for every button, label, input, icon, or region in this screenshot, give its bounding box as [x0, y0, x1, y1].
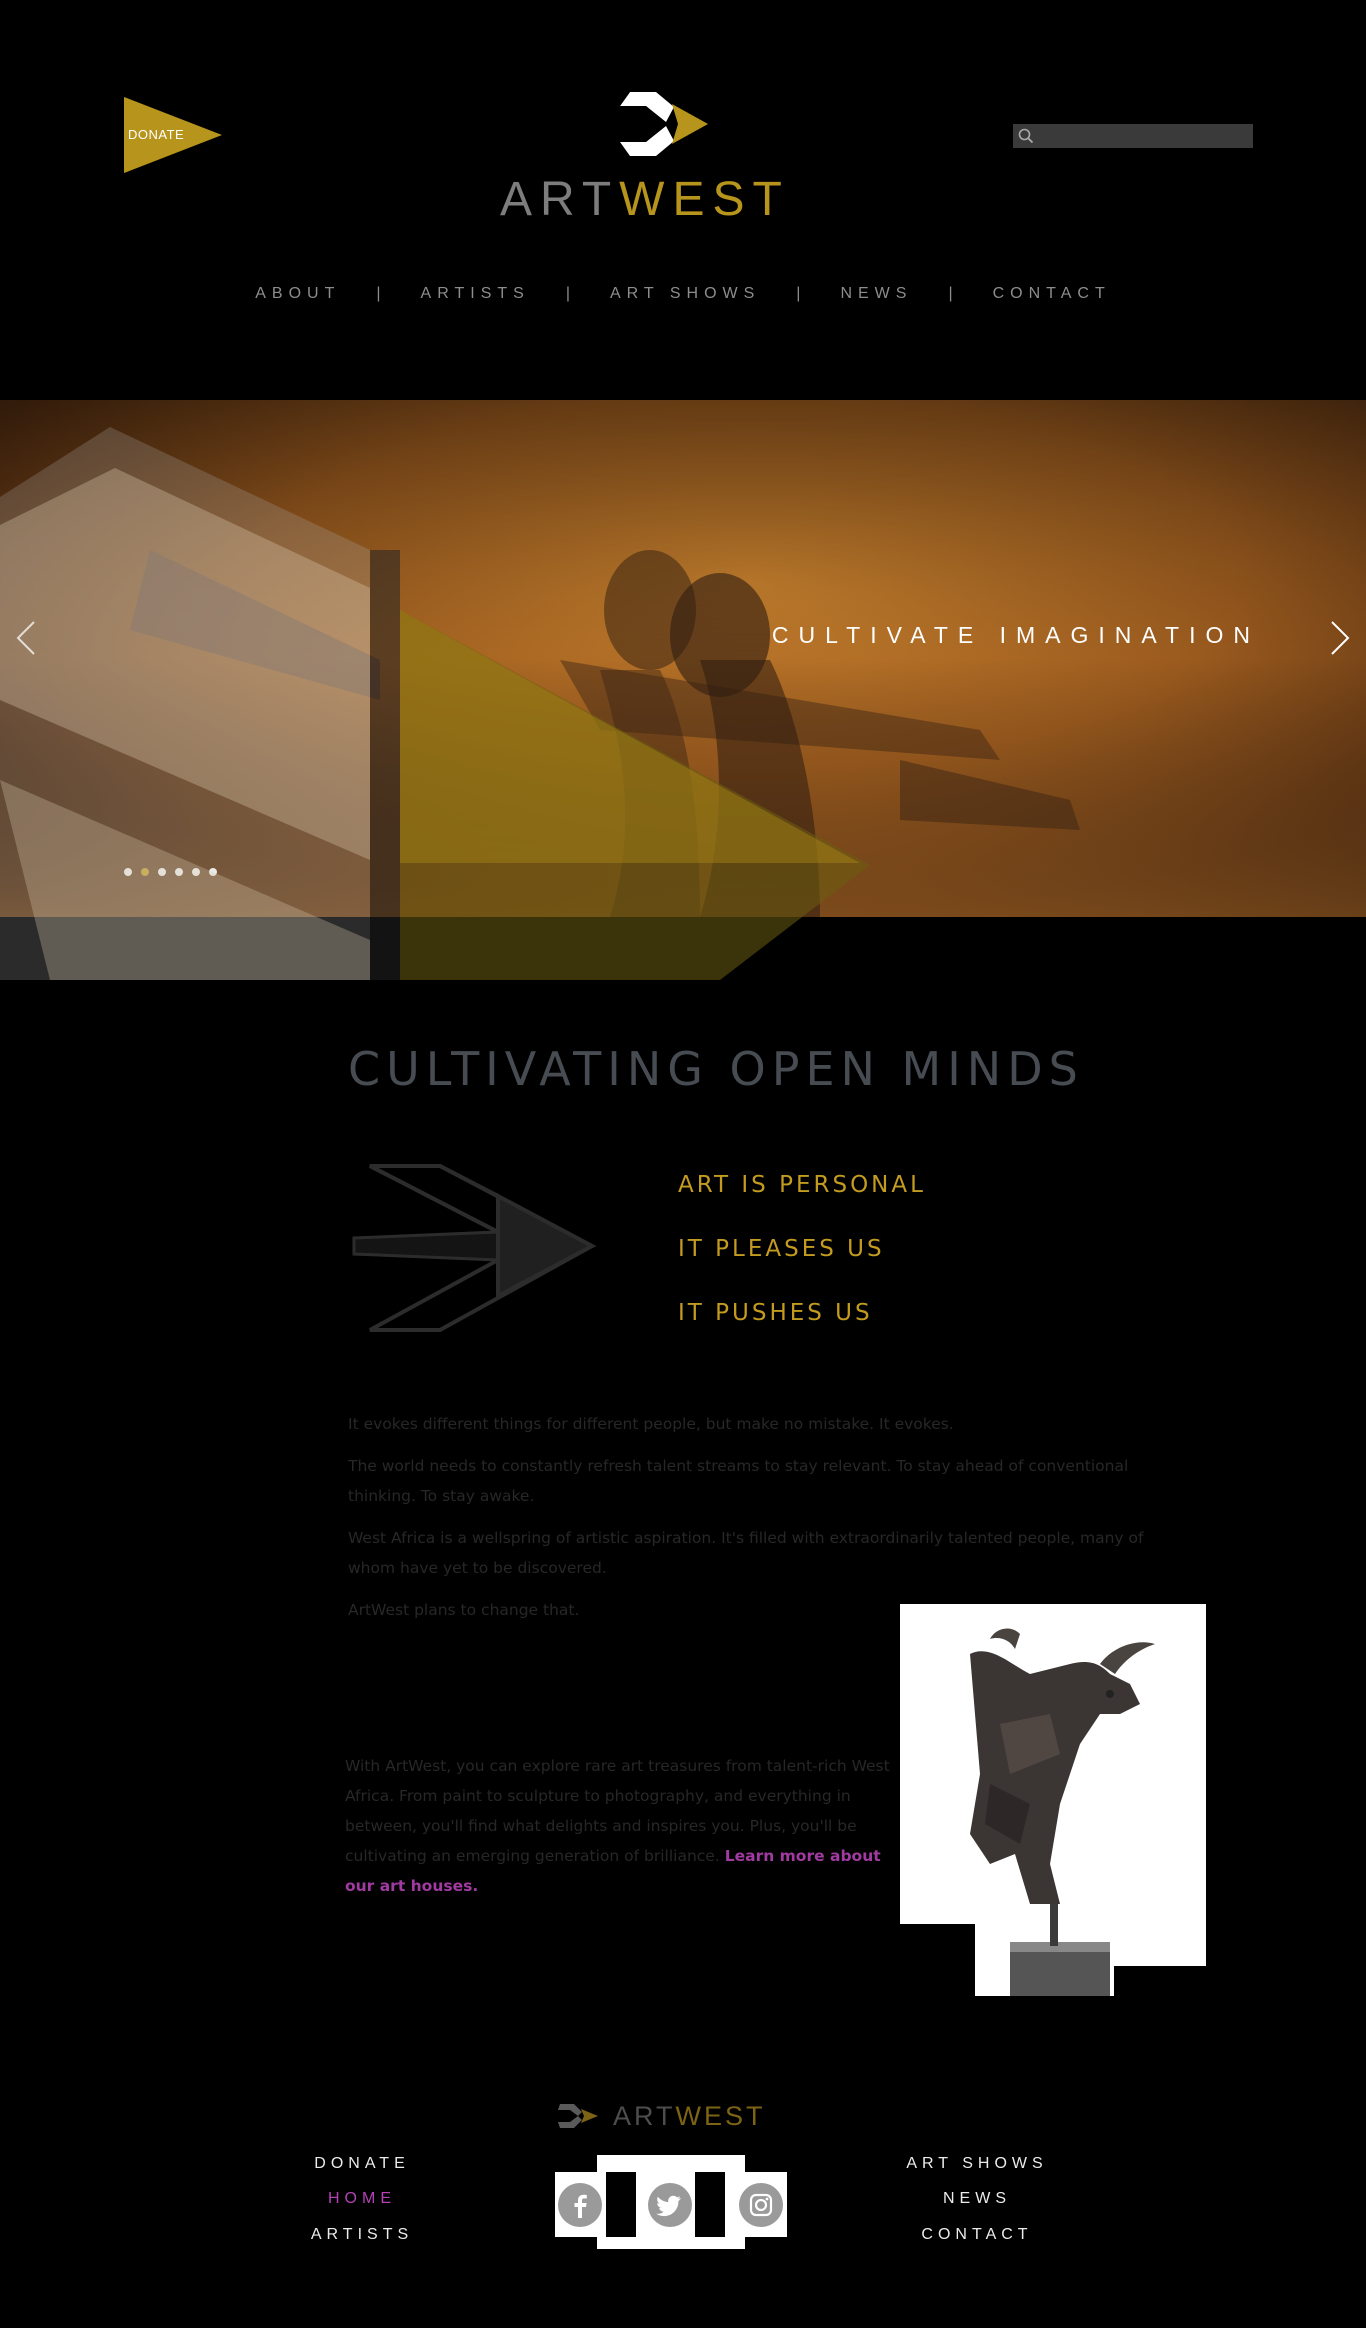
footer-link-home[interactable]: HOME	[328, 2190, 396, 2208]
hero-image	[0, 400, 1366, 917]
nav-separator: |	[376, 285, 381, 302]
search-icon[interactable]	[1013, 124, 1039, 148]
logo-west-text: WEST	[619, 173, 790, 226]
closing-paragraph: With ArtWest, you can explore rare art t…	[345, 1751, 905, 1901]
slider-dots	[124, 868, 217, 876]
logo-art-text: ART	[500, 173, 620, 226]
footer-link-artists[interactable]: ARTISTS	[311, 2226, 413, 2244]
donate-label: DONATE	[128, 127, 185, 142]
twitter-icon[interactable]	[647, 2182, 693, 2228]
donate-button[interactable]: DONATE	[124, 97, 222, 173]
sculpture-image	[900, 1604, 1206, 1996]
paragraph-2: The world needs to constantly refresh ta…	[348, 1457, 1129, 1505]
instagram-icon[interactable]	[738, 2182, 784, 2228]
social-links	[555, 2155, 787, 2249]
footer-link-news[interactable]: NEWS	[943, 2190, 1011, 2208]
logo-wordmark[interactable]: ARTWEST	[500, 172, 832, 228]
slider-dot[interactable]	[141, 868, 149, 876]
tagline-3: IT PUSHES US	[678, 1300, 873, 1326]
nav-separator: |	[796, 285, 801, 302]
nav-item-contact[interactable]: CONTACT	[987, 285, 1117, 303]
main-nav: ABOUT | ARTISTS | ART SHOWS | NEWS | CON…	[0, 282, 1366, 306]
nav-item-about[interactable]: ABOUT	[249, 285, 346, 303]
paragraph-3: West Africa is a wellspring of artistic …	[348, 1529, 1144, 1577]
footer-link-art-shows[interactable]: ART SHOWS	[906, 2155, 1047, 2173]
slider-dot[interactable]	[192, 868, 200, 876]
slider-prev-arrow-icon[interactable]	[14, 618, 38, 658]
search-input[interactable]	[1039, 124, 1248, 148]
footer-logo-mark-icon	[558, 2104, 598, 2128]
tagline-2: IT PLEASES US	[678, 1236, 885, 1262]
slider-dot[interactable]	[175, 868, 183, 876]
footer-logo[interactable]: ARTWEST	[556, 2098, 792, 2134]
footer-link-donate[interactable]: DONATE	[314, 2155, 409, 2173]
footer-logo-west-text: WEST	[675, 2101, 766, 2131]
facebook-icon[interactable]	[557, 2182, 603, 2228]
logo-mark-icon[interactable]	[616, 90, 712, 158]
footer-link-contact[interactable]: CONTACT	[921, 2226, 1032, 2244]
slider-dot[interactable]	[209, 868, 217, 876]
page-title: CULTIVATING OPEN MINDS	[348, 1042, 1084, 1096]
footer-logo-art-text: ART	[613, 2101, 676, 2131]
slider-next-arrow-icon[interactable]	[1328, 618, 1352, 658]
paragraph-1: It evokes different things for different…	[348, 1415, 954, 1433]
search-box[interactable]	[1013, 124, 1253, 148]
nav-separator: |	[948, 285, 953, 302]
tagline-1: ART IS PERSONAL	[678, 1172, 926, 1198]
nav-separator: |	[565, 285, 570, 302]
logo-mark-outline-icon	[350, 1160, 600, 1338]
slider-dot[interactable]	[124, 868, 132, 876]
nav-item-artists[interactable]: ARTISTS	[415, 285, 536, 303]
nav-item-art-shows[interactable]: ART SHOWS	[604, 285, 766, 303]
slider-dot[interactable]	[158, 868, 166, 876]
hero-title: CULTIVATE IMAGINATION	[771, 622, 1260, 648]
hero-slider[interactable]: CULTIVATE IMAGINATION	[0, 400, 1366, 917]
nav-item-news[interactable]: NEWS	[834, 285, 918, 303]
